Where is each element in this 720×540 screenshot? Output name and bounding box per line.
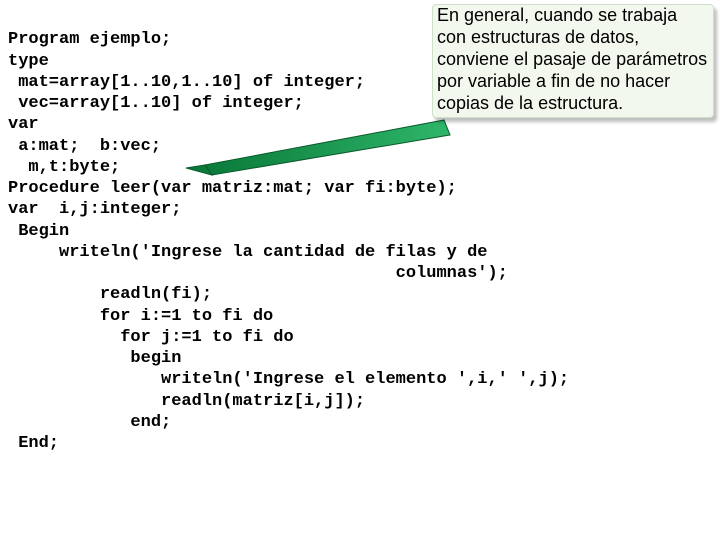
code-line: var: [8, 115, 39, 134]
code-line: readln(fi);: [8, 285, 212, 304]
code-line: Program ejemplo;: [8, 30, 171, 49]
code-line: type: [8, 52, 49, 71]
code-line: Procedure leer(var matriz:mat; var fi:by…: [8, 179, 457, 198]
code-line: var i,j:integer;: [8, 200, 181, 219]
code-line: writeln('Ingrese el elemento ',i,' ',j);: [8, 370, 569, 389]
code-line: columnas');: [8, 264, 508, 283]
code-line: vec=array[1..10] of integer;: [8, 94, 304, 113]
code-line: a:mat; b:vec;: [8, 137, 161, 156]
code-line: end;: [8, 413, 171, 432]
code-line: End;: [8, 434, 59, 453]
code-line: for j:=1 to fi do: [8, 328, 294, 347]
code-line: for i:=1 to fi do: [8, 307, 273, 326]
callout-text: En general, cuando se trabaja con estruc…: [437, 5, 707, 113]
code-line: readln(matriz[i,j]);: [8, 392, 365, 411]
code-line: begin: [8, 349, 181, 368]
code-line: m,t:byte;: [8, 158, 120, 177]
code-line: Begin: [8, 222, 69, 241]
code-line: writeln('Ingrese la cantidad de filas y …: [8, 243, 487, 262]
code-line: mat=array[1..10,1..10] of integer;: [8, 73, 365, 92]
callout-box: En general, cuando se trabaja con estruc…: [432, 4, 714, 118]
